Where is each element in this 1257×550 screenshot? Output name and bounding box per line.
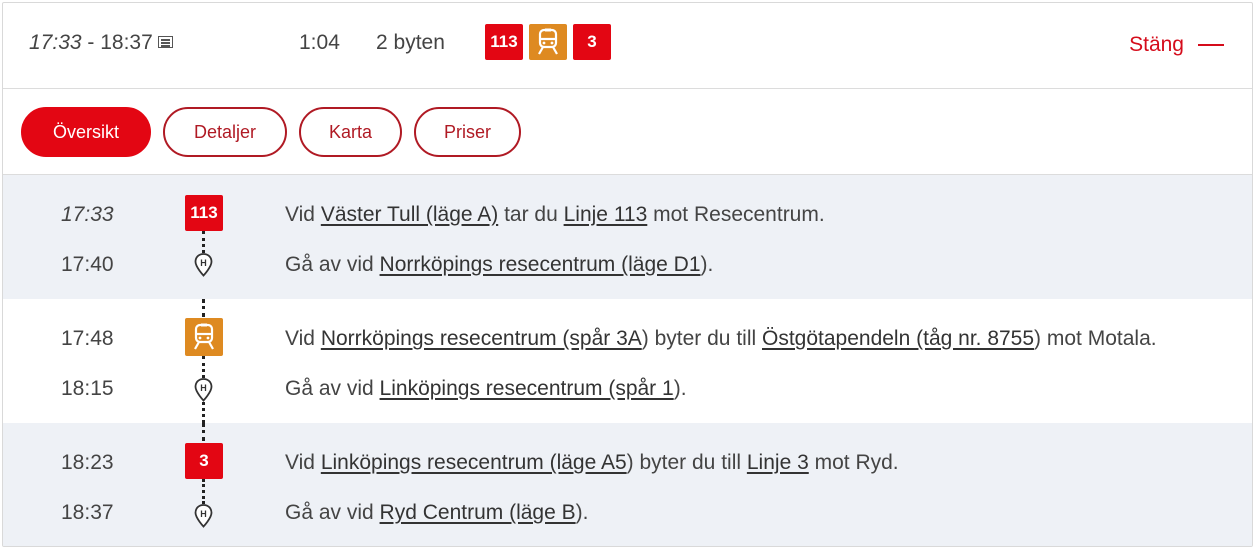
train-badge	[185, 318, 223, 356]
trip-header[interactable]: 17:33 - 18:37 1:04 2 byten 113 3 Stäng	[3, 3, 1252, 89]
tab-priser[interactable]: Priser	[414, 107, 521, 157]
trip-card: 17:33 - 18:37 1:04 2 byten 113 3 Stäng Ö…	[2, 2, 1253, 547]
leg-arrive-text: Gå av vid Ryd Centrum (läge B).	[285, 501, 588, 525]
leg-depart-time: 17:33	[61, 203, 114, 226]
stop-link[interactable]: Väster Tull (läge A)	[321, 203, 498, 226]
trip-duration: 1:04	[299, 31, 340, 54]
tab-label: Detaljer	[193, 121, 257, 142]
leg-depart-text: Vid Väster Tull (läge A) tar du Linje 11…	[285, 203, 825, 227]
text: Vid	[285, 451, 321, 474]
tab-detaljer[interactable]: Detaljer	[163, 107, 287, 157]
line-badge-label: 3	[199, 451, 209, 470]
text: ).	[673, 377, 687, 400]
text: ).	[575, 501, 589, 524]
route-line	[202, 479, 205, 504]
text: ) mot Motala.	[1034, 327, 1157, 350]
route-line	[202, 356, 205, 378]
leg-depart-text: Vid Linköpings resecentrum (läge A5) byt…	[285, 451, 899, 475]
tab-oversikt[interactable]: Översikt	[21, 107, 151, 157]
close-button[interactable]: Stäng	[1129, 33, 1224, 57]
leg-depart-time: 17:48	[61, 327, 114, 350]
trip-leg: 17:48 H Vid Norrköpings resecentrum (spå…	[3, 299, 1252, 423]
line-link[interactable]: Linje 113	[564, 203, 648, 226]
route-line	[202, 423, 205, 441]
text: ) byter du till	[626, 451, 747, 474]
train-badge	[529, 24, 567, 60]
line-link[interactable]: Östgötapendeln (tåg nr. 8755	[762, 327, 1034, 350]
leg-arrive-time: 17:40	[61, 253, 114, 276]
svg-text:H: H	[200, 509, 207, 519]
tab-karta[interactable]: Karta	[299, 107, 402, 157]
stop-link[interactable]: Norrköpings resecentrum (läge D1	[380, 253, 701, 276]
line-badge-label: 113	[190, 203, 218, 222]
leg-arrive-time: 18:37	[61, 501, 114, 524]
leg-depart-text: Vid Norrköpings resecentrum (spår 3A) by…	[285, 327, 1157, 351]
line-badge-3: 3	[573, 24, 611, 60]
stop-marker-icon: H	[194, 378, 213, 402]
route-line	[202, 299, 205, 317]
collapse-icon	[1198, 44, 1224, 46]
leg-arrive-time: 18:15	[61, 377, 114, 400]
timetable-icon	[157, 36, 173, 48]
stop-link[interactable]: Norrköpings resecentrum (spår 3A	[321, 327, 642, 350]
trip-leg: 18:23 3 H Vid Linköpings resecentrum (lä…	[3, 423, 1252, 546]
arrival-time: 18:37	[100, 31, 153, 54]
stop-link[interactable]: Ryd Centrum (läge B	[380, 501, 576, 524]
departure-time: 17:33	[29, 31, 82, 54]
leg-arrive-text: Gå av vid Linköpings resecentrum (spår 1…	[285, 377, 687, 401]
line-badge-label: 3	[587, 32, 597, 51]
tab-label: Priser	[443, 121, 491, 142]
line-badge-113: 113	[185, 195, 223, 231]
svg-text:H: H	[200, 258, 207, 268]
trip-leg: 17:33 113 H Vid Väster Tull (läge A) tar…	[3, 175, 1252, 299]
train-icon	[538, 28, 558, 55]
stop-link[interactable]: Linköpings resecentrum (spår 1	[380, 377, 674, 400]
leg-arrive-text: Gå av vid Norrköpings resecentrum (läge …	[285, 253, 713, 277]
line-badge-113: 113	[485, 24, 523, 60]
text: tar du	[498, 203, 564, 226]
stop-link[interactable]: Linköpings resecentrum (läge A5	[321, 451, 627, 474]
text: Gå av vid	[285, 501, 380, 524]
text: mot Ryd.	[808, 451, 899, 474]
tab-label: Översikt	[52, 121, 119, 142]
text: Vid	[285, 203, 321, 226]
route-line	[202, 231, 205, 253]
leg-depart-time: 18:23	[61, 451, 114, 474]
trip-times: 17:33 - 18:37	[29, 31, 173, 55]
train-icon	[194, 323, 214, 350]
tab-label: Karta	[328, 121, 373, 142]
tab-bar: Översikt Detaljer Karta Priser	[21, 107, 521, 157]
trip-changes: 2 byten	[376, 31, 445, 54]
svg-text:H: H	[200, 383, 207, 393]
text: ).	[700, 253, 714, 276]
text: mot Resecentrum.	[647, 203, 825, 226]
time-separator: -	[81, 31, 101, 54]
line-link[interactable]: Linje 3	[747, 451, 809, 474]
line-badge-label: 113	[490, 32, 518, 51]
text: ) byter du till	[641, 327, 762, 350]
stop-marker-icon: H	[194, 253, 213, 277]
text: Gå av vid	[285, 377, 380, 400]
stop-marker-icon: H	[194, 504, 213, 528]
text: Vid	[285, 327, 321, 350]
text: Gå av vid	[285, 253, 380, 276]
line-badge-3: 3	[185, 443, 223, 479]
close-label: Stäng	[1129, 33, 1184, 56]
route-line	[202, 402, 205, 423]
